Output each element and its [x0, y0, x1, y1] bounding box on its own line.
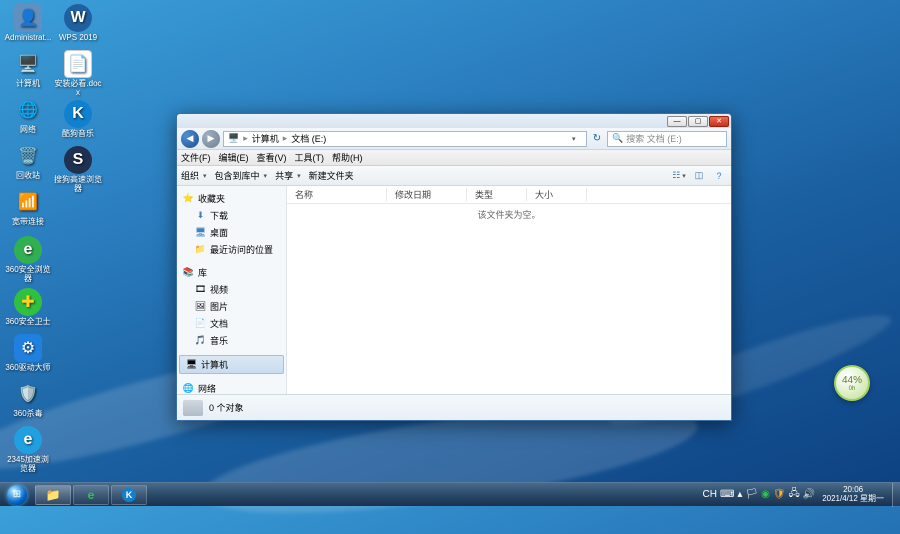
sb-documents[interactable]: 📄文档 — [177, 315, 286, 332]
sb-libraries[interactable]: 📚库 — [177, 264, 286, 281]
status-text: 0 个对象 — [209, 401, 244, 414]
refresh-button[interactable]: ↻ — [590, 132, 604, 146]
search-input[interactable]: 🔍 搜索 文档 (E:) — [607, 131, 727, 147]
di-360driver[interactable]: ⚙360驱动大师 — [4, 334, 52, 373]
forward-button[interactable]: ▶ — [202, 130, 220, 148]
network-icon: 🌐 — [183, 383, 194, 394]
menu-tools[interactable]: 工具(T) — [295, 151, 325, 164]
statusbar: 0 个对象 — [177, 394, 731, 420]
col-name[interactable]: 名称 — [287, 188, 387, 201]
menu-view[interactable]: 查看(V) — [257, 151, 287, 164]
desktop-icon: 🖥 — [195, 227, 206, 238]
maximize-button[interactable]: ▢ — [688, 116, 708, 127]
tray-net-icon[interactable]: 🖧 — [789, 486, 800, 503]
sb-network[interactable]: 🌐网络 — [177, 380, 286, 394]
menu-file[interactable]: 文件(F) — [181, 151, 211, 164]
tray-360-icon[interactable]: ◉ — [761, 489, 770, 500]
breadcrumb[interactable]: 🖥️ ▸ 计算机 ▸ 文档 (E:) ▾ — [223, 131, 587, 147]
tray-clock[interactable]: 20:06 2021/4/12 星期一 — [818, 486, 888, 504]
close-button[interactable]: ✕ — [709, 116, 729, 127]
windows-orb-icon — [7, 485, 27, 505]
battery-pct: 44% — [842, 375, 862, 386]
di-kugou[interactable]: K酷狗音乐 — [54, 100, 102, 139]
di-computer[interactable]: 🖥️计算机 — [4, 50, 52, 89]
bc-icon: 🖥️ — [228, 133, 239, 144]
tb-newfolder[interactable]: 新建文件夹 — [309, 169, 354, 182]
tb-share[interactable]: 共享 — [275, 169, 301, 182]
tray-up-icon[interactable]: ▴ — [737, 489, 742, 500]
tray-shield-icon[interactable]: 🛡 — [773, 489, 786, 500]
di-360browser[interactable]: e360安全浏览器 — [4, 236, 52, 284]
toolbar: 组织 包含到库中 共享 新建文件夹 ☷ ◫ ? — [177, 166, 731, 186]
sb-pictures[interactable]: 🖼图片 — [177, 298, 286, 315]
back-button[interactable]: ◀ — [181, 130, 199, 148]
download-icon: ⬇ — [195, 210, 206, 221]
content-area[interactable]: 名称 修改日期 类型 大小 该文件夹为空。 — [287, 186, 731, 394]
sb-downloads[interactable]: ⬇下载 — [177, 207, 286, 224]
sb-desktop[interactable]: 🖥桌面 — [177, 224, 286, 241]
battery-widget[interactable]: 44% 0h — [834, 365, 870, 401]
titlebar[interactable]: — ▢ ✕ — [177, 114, 731, 128]
picture-icon: 🖼 — [195, 301, 206, 312]
empty-message: 该文件夹为空。 — [287, 208, 731, 221]
star-icon: ⭐ — [183, 193, 194, 204]
di-2345[interactable]: e2345加速浏览器 — [4, 426, 52, 474]
col-date[interactable]: 修改日期 — [387, 188, 467, 201]
system-tray: CH ⌨ ▴ 🏳 ◉ 🛡 🖧 🔊 20:06 2021/4/12 星期一 — [699, 483, 892, 506]
tray-vol-icon[interactable]: 🔊 — [803, 489, 815, 500]
sb-computer[interactable]: 🖥计算机 — [179, 355, 284, 374]
tb-kugou[interactable]: K — [111, 485, 147, 505]
di-sogou[interactable]: S搜狗高速浏览器 — [54, 146, 102, 194]
taskbar: 📁 e K CH ⌨ ▴ 🏳 ◉ 🛡 🖧 🔊 20:06 2021/4/12 星… — [0, 482, 900, 506]
library-icon: 📚 — [183, 267, 194, 278]
sb-video[interactable]: 🎞视频 — [177, 281, 286, 298]
start-button[interactable] — [0, 483, 34, 507]
bc-computer[interactable]: 计算机 — [252, 132, 279, 145]
tb-explorer[interactable]: 📁 — [35, 485, 71, 505]
di-wps[interactable]: WWPS 2019 — [54, 4, 102, 43]
di-360safe[interactable]: ✚360安全卫士 — [4, 288, 52, 327]
tray-lang[interactable]: CH — [703, 489, 717, 500]
show-desktop-button[interactable] — [892, 483, 900, 507]
col-type[interactable]: 类型 — [467, 188, 527, 201]
preview-pane-button[interactable]: ◫ — [691, 169, 707, 183]
view-mode-button[interactable]: ☷ — [671, 169, 687, 183]
column-headers: 名称 修改日期 类型 大小 — [287, 186, 731, 204]
minimize-button[interactable]: — — [667, 116, 687, 127]
tb-include[interactable]: 包含到库中 — [215, 169, 268, 182]
sb-favorites[interactable]: ⭐收藏夹 — [177, 190, 286, 207]
navbar: ◀ ▶ 🖥️ ▸ 计算机 ▸ 文档 (E:) ▾ ↻ 🔍 搜索 文档 (E:) — [177, 128, 731, 150]
help-button[interactable]: ? — [711, 169, 727, 183]
sb-recent[interactable]: 📁最近访问的位置 — [177, 241, 286, 258]
bc-sep: ▸ — [243, 133, 248, 144]
explorer-window: — ▢ ✕ ◀ ▶ 🖥️ ▸ 计算机 ▸ 文档 (E:) ▾ ↻ 🔍 搜索 文档… — [176, 113, 732, 421]
recent-icon: 📁 — [195, 244, 206, 255]
document-icon: 📄 — [195, 318, 206, 329]
sb-music[interactable]: 🎵音乐 — [177, 332, 286, 349]
drive-icon — [183, 400, 203, 416]
bc-drive[interactable]: 文档 (E:) — [291, 132, 326, 145]
menu-edit[interactable]: 编辑(E) — [219, 151, 249, 164]
computer-icon: 🖥 — [186, 359, 197, 370]
tray-ime-icon[interactable]: ⌨ — [720, 489, 734, 500]
sidebar: ⭐收藏夹 ⬇下载 🖥桌面 📁最近访问的位置 📚库 🎞视频 🖼图片 📄文档 🎵音乐… — [177, 186, 287, 394]
di-broadband[interactable]: 📶宽带连接 — [4, 188, 52, 227]
di-recycle[interactable]: 🗑️回收站 — [4, 142, 52, 181]
tray-action-icon[interactable]: 🏳 — [745, 489, 758, 500]
breadcrumb-dropdown[interactable]: ▾ — [572, 135, 582, 143]
col-size[interactable]: 大小 — [527, 188, 587, 201]
tb-360browser[interactable]: e — [73, 485, 109, 505]
di-network[interactable]: 🌐网络 — [4, 96, 52, 135]
menu-help[interactable]: 帮助(H) — [332, 151, 363, 164]
di-docx[interactable]: 📄安装必看.docx — [54, 50, 102, 98]
battery-sub: 0h — [849, 386, 856, 392]
music-icon: 🎵 — [195, 335, 206, 346]
search-icon: 🔍 — [612, 133, 623, 144]
di-admin[interactable]: 👤Administrat... — [4, 4, 52, 43]
menubar: 文件(F) 编辑(E) 查看(V) 工具(T) 帮助(H) — [177, 150, 731, 166]
video-icon: 🎞 — [195, 284, 206, 295]
di-360av[interactable]: 🛡️360杀毒 — [4, 380, 52, 419]
tb-organize[interactable]: 组织 — [181, 169, 207, 182]
